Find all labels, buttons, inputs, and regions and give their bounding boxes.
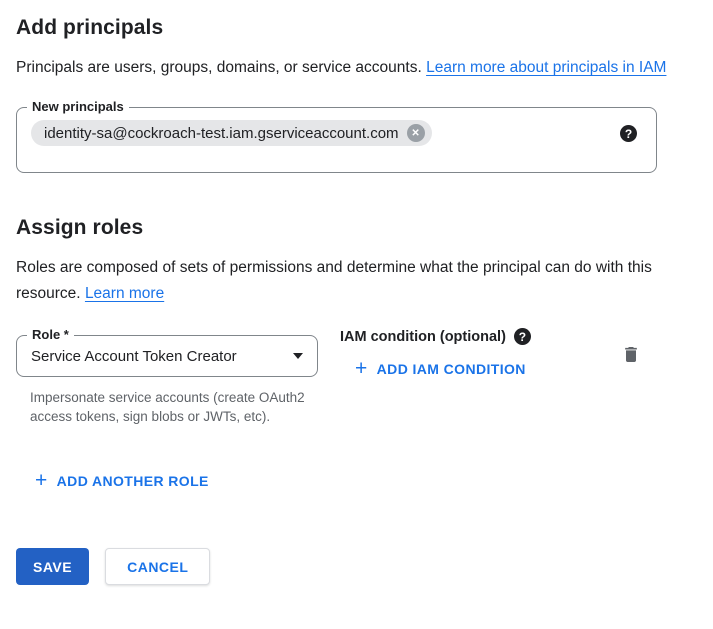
learn-more-roles-link[interactable]: Learn more (85, 285, 164, 302)
action-bar: SAVE CANCEL (16, 548, 697, 585)
save-button[interactable]: SAVE (16, 548, 89, 585)
add-iam-condition-button[interactable]: + ADD IAM CONDITION (355, 360, 526, 378)
role-selected-value: Service Account Token Creator (31, 348, 285, 365)
dropdown-arrow-icon (293, 353, 303, 359)
learn-more-principals-link[interactable]: Learn more about principals in IAM (426, 59, 666, 76)
iam-condition-column: IAM condition (optional) ? + ADD IAM CON… (340, 328, 621, 380)
principal-chip: identity-sa@cockroach-test.iam.gservicea… (31, 120, 432, 146)
add-another-role-button[interactable]: + ADD ANOTHER ROLE (35, 472, 209, 490)
chip-remove-close-icon[interactable]: ✕ (407, 124, 425, 142)
new-principals-help-icon[interactable]: ? (620, 125, 637, 142)
iam-condition-help-icon[interactable]: ? (514, 328, 531, 345)
role-column: Role * Service Account Token Creator Imp… (16, 335, 318, 426)
principal-chip-value: identity-sa@cockroach-test.iam.gservicea… (44, 125, 399, 142)
intro-text-body: Principals are users, groups, domains, o… (16, 59, 422, 76)
role-row: Role * Service Account Token Creator Imp… (16, 335, 697, 426)
new-principals-label: New principals (27, 99, 129, 115)
plus-icon: + (35, 472, 48, 490)
plus-icon: + (355, 360, 368, 378)
add-iam-condition-label: ADD IAM CONDITION (377, 361, 526, 377)
assign-roles-description: Roles are composed of sets of permission… (16, 255, 668, 307)
role-label: Role * (27, 327, 74, 343)
trash-icon (621, 344, 641, 365)
iam-condition-label: IAM condition (optional) (340, 329, 506, 345)
role-select[interactable]: Role * Service Account Token Creator (16, 335, 318, 377)
assign-roles-title: Assign roles (16, 216, 697, 240)
page-title: Add principals (16, 16, 697, 40)
role-helper-text: Impersonate service accounts (create OAu… (30, 388, 310, 426)
delete-role-button[interactable] (621, 344, 641, 365)
add-another-role-label: ADD ANOTHER ROLE (57, 473, 209, 489)
new-principals-field[interactable]: New principals identity-sa@cockroach-tes… (16, 107, 657, 173)
cancel-button[interactable]: CANCEL (105, 548, 210, 585)
add-principals-panel: Add principals Principals are users, gro… (0, 0, 713, 629)
intro-text: Principals are users, groups, domains, o… (16, 55, 668, 81)
